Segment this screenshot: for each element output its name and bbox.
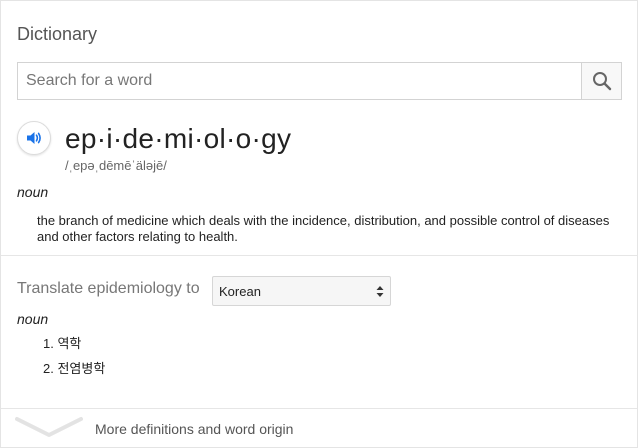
list-item-number: 2.: [43, 361, 54, 376]
list-item: 1. 역학: [43, 336, 105, 361]
search-bar: [17, 62, 622, 100]
language-select[interactable]: Korean: [212, 276, 391, 306]
part-of-speech: noun: [17, 184, 49, 200]
more-definitions-button[interactable]: More definitions and word origin: [1, 409, 637, 448]
language-select-value: Korean: [219, 283, 261, 299]
dictionary-card: Dictionary ep·i·de·mi·ol·o·gy /ˌepəˌdēmē…: [0, 0, 638, 448]
chevron-down-icon: [15, 415, 83, 446]
headword: ep·i·de·mi·ol·o·gy: [65, 123, 292, 154]
list-item: 2. 전염병학: [43, 361, 105, 386]
select-arrows-icon: [376, 285, 384, 301]
list-item-text: 역학: [57, 336, 82, 351]
list-item-number: 1.: [43, 336, 54, 351]
pronunciation-audio-button[interactable]: [17, 121, 51, 155]
card-title: Dictionary: [17, 24, 98, 44]
translation-part-of-speech: noun: [17, 311, 49, 327]
search-input[interactable]: [18, 63, 581, 99]
phonetic-spelling: /ˌepəˌdēmēˈäləjē/: [65, 158, 167, 173]
search-icon: [592, 71, 612, 91]
list-item-text: 전염병학: [57, 361, 106, 376]
translate-label: Translate epidemiology to: [17, 280, 200, 297]
more-definitions-label: More definitions and word origin: [95, 421, 294, 437]
definition-text: the branch of medicine which deals with …: [37, 213, 610, 244]
speaker-icon: [25, 129, 43, 147]
translation-list: 1. 역학 2. 전염병학: [43, 336, 105, 386]
search-button[interactable]: [581, 63, 621, 99]
section-divider: [1, 255, 637, 256]
